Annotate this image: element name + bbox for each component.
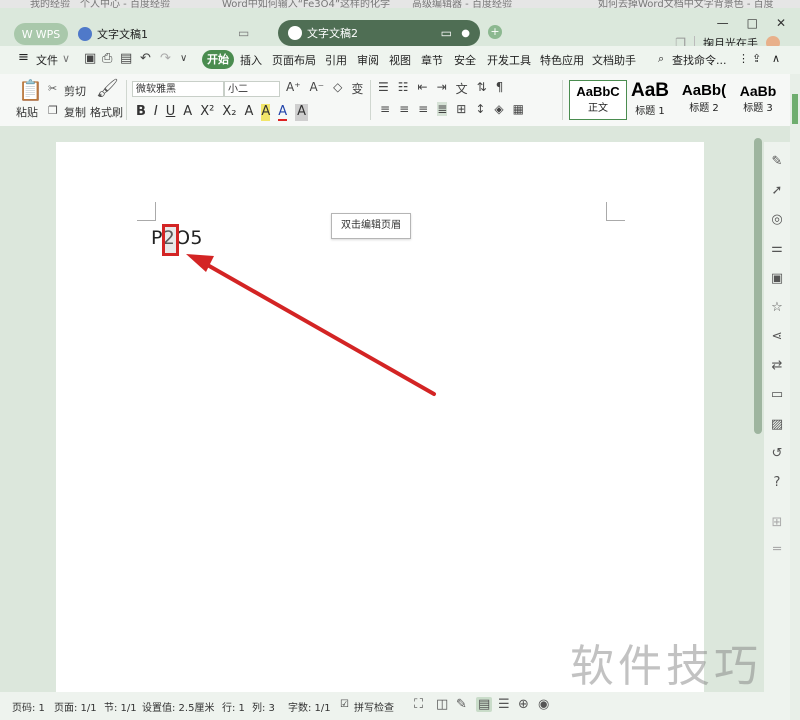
status-col[interactable]: 列: 3 — [252, 699, 275, 714]
status-bar: 页码: 1 页面: 1/1 节: 1/1 设置值: 2.5厘米 行: 1 列: … — [0, 692, 790, 720]
watermark: 软件技巧 — [570, 641, 762, 692]
annotation-arrow — [186, 254, 436, 396]
status-row[interactable]: 行: 1 — [222, 699, 245, 714]
outline-view-icon[interactable]: ☰ — [498, 697, 510, 712]
adjust-icon[interactable]: ⚌ — [769, 241, 785, 257]
apps-icon[interactable]: ⊞ — [769, 515, 785, 531]
right-sidebar: ✎ ➚ ◎ ⚌ ▣ ☆ ⋖ ⇄ ▭ ▨ ↺ ? ⊞ ═ — [764, 142, 790, 702]
spellcheck-button[interactable]: 拼写检查 — [354, 699, 394, 714]
read-mode-icon[interactable]: ◫ — [436, 697, 448, 712]
window-edge — [790, 74, 800, 720]
eye-protect-icon[interactable]: ◉ — [538, 697, 549, 712]
help-icon[interactable]: ? — [769, 475, 785, 491]
share-icon[interactable]: ⋖ — [769, 329, 785, 345]
translate-icon[interactable]: ⇄ — [769, 358, 785, 374]
vertical-scrollbar[interactable] — [754, 138, 762, 434]
status-setting[interactable]: 设置值: 2.5厘米 — [142, 699, 214, 714]
status-pages[interactable]: 页面: 1/1 — [54, 699, 97, 714]
image-gallery-icon[interactable]: ▣ — [769, 271, 785, 287]
fullscreen-icon[interactable]: ⛶ — [414, 697, 423, 712]
web-view-icon[interactable]: ⊕ — [518, 697, 529, 712]
history-icon[interactable]: ↺ — [769, 446, 785, 462]
shapes-icon[interactable]: ◎ — [769, 212, 785, 228]
status-section[interactable]: 节: 1/1 — [104, 699, 137, 714]
image-icon[interactable]: ▨ — [769, 417, 785, 433]
write-mode-icon[interactable]: ✎ — [456, 697, 467, 712]
collapse-icon[interactable]: ═ — [769, 542, 785, 558]
spellcheck-icon[interactable]: ☑ — [340, 699, 349, 710]
edge-marker — [792, 94, 798, 124]
pen-icon[interactable]: ✎ — [769, 154, 785, 170]
status-words[interactable]: 字数: 1/1 — [288, 699, 331, 714]
star-icon[interactable]: ☆ — [769, 300, 785, 316]
page-view-icon[interactable]: ▤ — [476, 697, 493, 712]
archive-icon[interactable]: ▭ — [769, 387, 785, 403]
status-page[interactable]: 页码: 1 — [12, 699, 45, 714]
cursor-icon[interactable]: ➚ — [769, 183, 785, 199]
